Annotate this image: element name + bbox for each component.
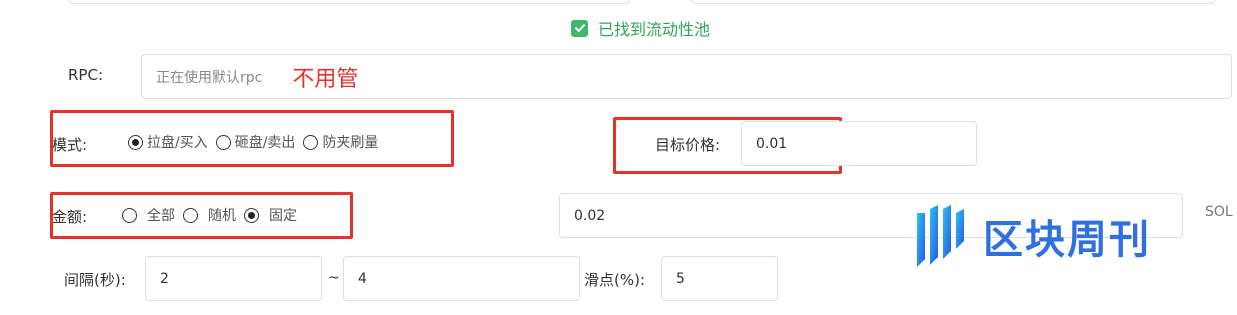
radio-unchecked-icon bbox=[215, 134, 231, 150]
amount-option-all[interactable]: 全部 bbox=[122, 205, 175, 225]
target-price-input[interactable]: 0.01 bbox=[741, 121, 977, 166]
watermark-text: 区块周刊 bbox=[983, 217, 1151, 263]
amount-unit: SOL bbox=[1205, 204, 1233, 220]
mode-label: 模式: bbox=[52, 136, 88, 154]
interval-label: 间隔(秒): bbox=[64, 271, 126, 289]
top-right-input[interactable] bbox=[690, 0, 1216, 4]
amount-label: 金额: bbox=[52, 208, 88, 226]
amount-value: 0.02 bbox=[574, 207, 606, 224]
interval-max-input[interactable]: 4 bbox=[343, 256, 580, 301]
amount-option-label: 随机 bbox=[208, 208, 236, 224]
watermark-logo: 区块周刊 bbox=[915, 205, 1151, 267]
rpc-annotation: 不用管 bbox=[292, 66, 359, 92]
mode-option-label: 砸盘/卖出 bbox=[234, 135, 296, 151]
mode-radio-group: 拉盘/买入 砸盘/卖出 防夹刷量 bbox=[128, 132, 386, 152]
amount-option-label: 全部 bbox=[147, 208, 175, 224]
radio-checked-icon bbox=[244, 207, 259, 223]
radio-checked-icon bbox=[128, 134, 143, 150]
watermark-mark-icon bbox=[917, 205, 964, 267]
slippage-label: 滑点(%): bbox=[584, 271, 646, 289]
interval-separator: ~ bbox=[328, 270, 340, 286]
rpc-input[interactable]: 正在使用默认rpc 不用管 bbox=[141, 54, 1232, 99]
rpc-placeholder: 正在使用默认rpc bbox=[156, 69, 263, 86]
mode-option-anti-sandwich[interactable]: 防夹刷量 bbox=[303, 132, 378, 152]
rpc-label: RPC: bbox=[68, 66, 103, 84]
radio-unchecked-icon bbox=[183, 207, 198, 223]
status-text: 已找到流动性池 bbox=[598, 20, 711, 39]
amount-radio-group: 全部 随机 固定 bbox=[122, 205, 305, 225]
mode-option-label: 防夹刷量 bbox=[322, 135, 379, 151]
interval-min-input[interactable]: 2 bbox=[145, 256, 322, 301]
mode-option-dump[interactable]: 砸盘/卖出 bbox=[215, 132, 296, 152]
interval-max-value: 4 bbox=[358, 270, 367, 287]
top-left-input[interactable] bbox=[68, 0, 631, 4]
pool-found-status: 已找到流动性池 bbox=[571, 16, 710, 40]
slippage-value: 5 bbox=[676, 270, 685, 287]
target-price-value: 0.01 bbox=[756, 135, 788, 152]
radio-unchecked-icon bbox=[303, 134, 319, 150]
mode-option-pump[interactable]: 拉盘/买入 bbox=[128, 132, 208, 152]
amount-option-label: 固定 bbox=[269, 208, 297, 224]
amount-option-fixed[interactable]: 固定 bbox=[244, 205, 297, 225]
interval-min-value: 2 bbox=[160, 270, 169, 287]
radio-unchecked-icon bbox=[122, 207, 137, 223]
amount-option-random[interactable]: 随机 bbox=[183, 205, 236, 225]
check-icon bbox=[571, 19, 588, 37]
slippage-input[interactable]: 5 bbox=[661, 256, 778, 301]
mode-option-label: 拉盘/买入 bbox=[147, 135, 208, 151]
target-price-label: 目标价格: bbox=[655, 136, 721, 154]
